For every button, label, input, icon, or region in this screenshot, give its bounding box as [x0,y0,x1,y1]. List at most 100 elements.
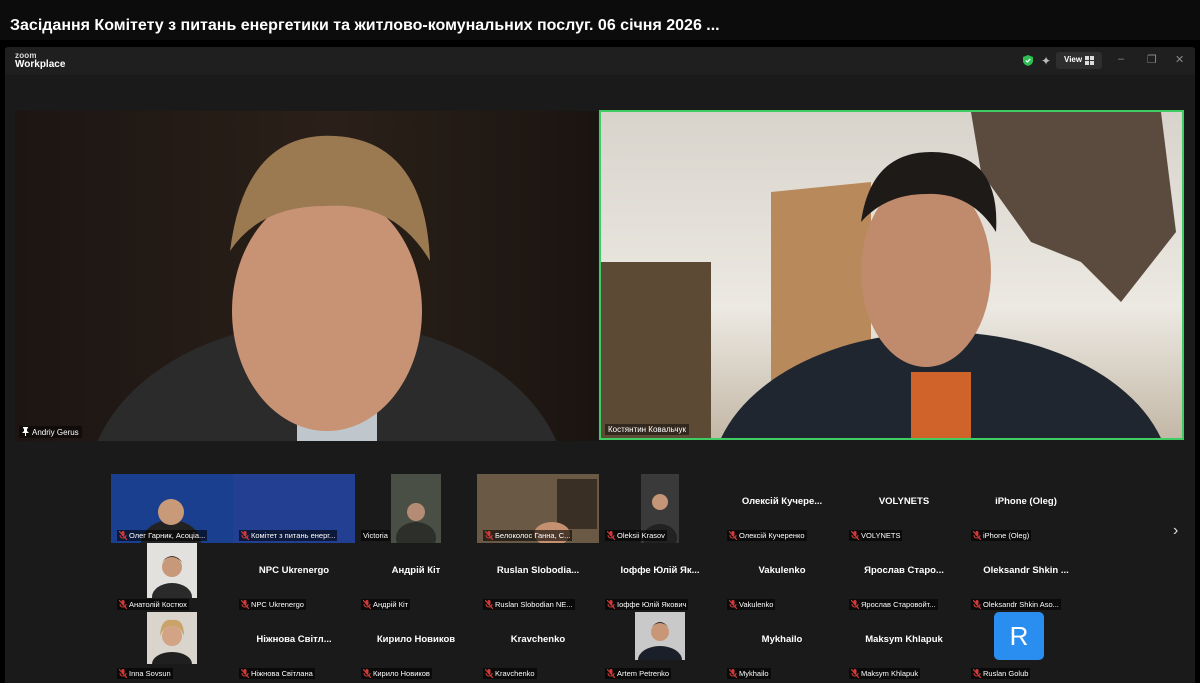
mic-off-icon [973,600,981,609]
mic-off-icon [241,600,249,609]
participant-thumb[interactable]: R Ruslan Golub [965,612,1087,681]
participant-name: Іоффе Юлій Якович [617,600,687,609]
participant-label: Artem Petrenko [605,668,672,679]
participant-name: Maksym Khlapuk [861,669,919,678]
mic-off-icon [729,600,737,609]
participant-name: Oleksii Krasov [617,531,665,540]
mic-off-icon [363,669,371,678]
mic-off-icon [485,600,493,609]
participant-thumb[interactable]: Кирило Новиков Кирило Новиков [355,612,477,681]
participant-name: Vakulenko [739,600,774,609]
mic-off-icon [119,531,127,540]
restore-icon[interactable]: ❐ [1147,53,1157,66]
speaker-name-tag: Костянтин Ковальчук [605,424,689,435]
participant-thumb[interactable]: Maksym Khlapuk Maksym Khlapuk [843,612,965,681]
participant-label: VOLYNETS [849,530,903,541]
participant-display-name: iPhone (Oleg) [995,496,1057,507]
close-icon[interactable]: ✕ [1175,53,1184,66]
video-title[interactable]: Засідання Комітету з питань енергетики т… [10,17,720,35]
chevron-right-icon[interactable]: › [1173,522,1178,540]
participant-display-name: Іоффе Юлій Як... [620,565,700,576]
participant-thumb[interactable]: Анатолій Костюх [111,543,233,612]
speaker-silhouette [601,112,1176,438]
participant-name: Kravchenko [495,669,535,678]
participant-thumb[interactable]: Комітет з питань енерг... [233,474,355,543]
participant-name: Mykhailo [739,669,769,678]
participant-label: Ruslan Slobodian NE... [483,599,575,610]
mic-off-icon [363,600,371,609]
participant-avatar: R [994,612,1044,660]
participant-thumb[interactable]: Oleksii Krasov [599,474,721,552]
mic-off-icon [973,669,981,678]
participant-thumb[interactable]: Inna Sovsun [111,612,233,681]
participant-label: Олег Гарник, Асоціа... [117,530,208,541]
participant-label: Inna Sovsun [117,668,173,679]
pin-icon [22,427,29,436]
participant-thumb[interactable]: Олег Гарник, Асоціа... [111,474,233,568]
participant-name: Олег Гарник, Асоціа... [129,531,206,540]
mic-off-icon [729,531,737,540]
participant-video [147,543,197,611]
speaker-name-tag: Andriy Gerus [19,426,82,438]
shield-icon[interactable] [1023,55,1033,66]
minimize-icon[interactable]: – [1118,53,1124,65]
meeting-area: Andriy Gerus Костянтин Ковальчук Олег Га… [5,75,1195,683]
participant-display-name: Maksym Khlapuk [865,634,943,645]
participant-display-name: Олексій Кучере... [741,496,823,507]
video-tile-andriy-gerus[interactable]: Andriy Gerus [15,111,598,441]
participant-label: Victoria [361,530,390,541]
sparkle-icon[interactable]: ✦ [1041,54,1051,68]
participant-name: VOLYNETS [861,531,901,540]
participant-thumb[interactable]: Artem Petrenko [599,612,721,681]
video-tile-kostiantyn-kovalchuk[interactable]: Костянтин Ковальчук [599,110,1184,440]
participant-thumb[interactable]: Ніжнова Світл... Ніжнова Світлана [233,612,355,681]
participant-label: Белоколос Ганна, С... [483,530,573,541]
participant-video [635,612,685,674]
participant-label: Олексій Кучеренко [727,530,807,541]
participant-name: Inna Sovsun [129,669,171,678]
participant-name: Олексій Кучеренко [739,531,805,540]
participant-thumb[interactable]: Белоколос Ганна, С... [477,474,599,546]
mic-off-icon [119,600,127,609]
participant-name: Комітет з питань енерг... [251,531,336,540]
view-button[interactable]: View [1056,52,1102,69]
participant-label: Mykhailo [727,668,771,679]
grid-icon [1085,56,1094,65]
zoom-topbar: zoom Workplace ✦ View – ❐ ✕ [5,47,1195,75]
participant-label: Комітет з питань енерг... [239,530,338,541]
mic-off-icon [607,669,615,678]
mic-off-icon [973,531,981,540]
participant-name: Белоколос Ганна, С... [495,531,571,540]
participant-thumb[interactable]: Oleksandr Shkin ... Oleksandr Shkin Aso.… [965,543,1087,612]
zoom-window: zoom Workplace ✦ View – ❐ ✕ Andriy Gerus… [5,47,1195,683]
participant-thumb[interactable]: Іоффе Юлій Як... Іоффе Юлій Якович [599,543,721,612]
participant-display-name: Oleksandr Shkin ... [983,565,1069,576]
participant-label: iPhone (Oleg) [971,530,1032,541]
participant-display-name: Ruslan Slobodia... [496,565,580,576]
mic-off-icon [851,600,859,609]
mic-off-icon [485,531,493,540]
participant-name: Oleksandr Shkin Aso... [983,600,1059,609]
participant-label: Ярослав Старовойт... [849,599,938,610]
participant-thumb[interactable]: Vakulenko Vakulenko [721,543,843,612]
participant-thumb[interactable]: NPC Ukrenergo NPC Ukrenergo [233,543,355,612]
participant-label: Oleksii Krasov [605,530,667,541]
participant-label: Ніжнова Світлана [239,668,315,679]
mic-off-icon [729,669,737,678]
participant-name: Artem Petrenko [617,669,670,678]
participant-thumb[interactable]: iPhone (Oleg) iPhone (Oleg) [965,474,1087,543]
participant-thumb[interactable]: Victoria [355,474,477,554]
participant-name: Ніжнова Світлана [251,669,313,678]
participant-thumb[interactable]: Ruslan Slobodia... Ruslan Slobodian NE..… [477,543,599,612]
participant-thumb[interactable]: Mykhailo Mykhailo [721,612,843,681]
participant-display-name: Андрій Кіт [391,565,441,576]
participant-thumb[interactable]: Ярослав Старо... Ярослав Старовойт... [843,543,965,612]
participant-name: Ruslan Golub [983,669,1029,678]
mic-off-icon [241,669,249,678]
participant-thumb[interactable]: VOLYNETS VOLYNETS [843,474,965,543]
participant-display-name: Mykhailo [761,634,803,645]
participant-thumb[interactable]: Андрій Кіт Андрій Кіт [355,543,477,612]
participant-thumb[interactable]: Олексій Кучере... Олексій Кучеренко [721,474,843,543]
participant-display-name: NPC Ukrenergo [258,565,330,576]
participant-thumb[interactable]: Kravchenko Kravchenko [477,612,599,681]
